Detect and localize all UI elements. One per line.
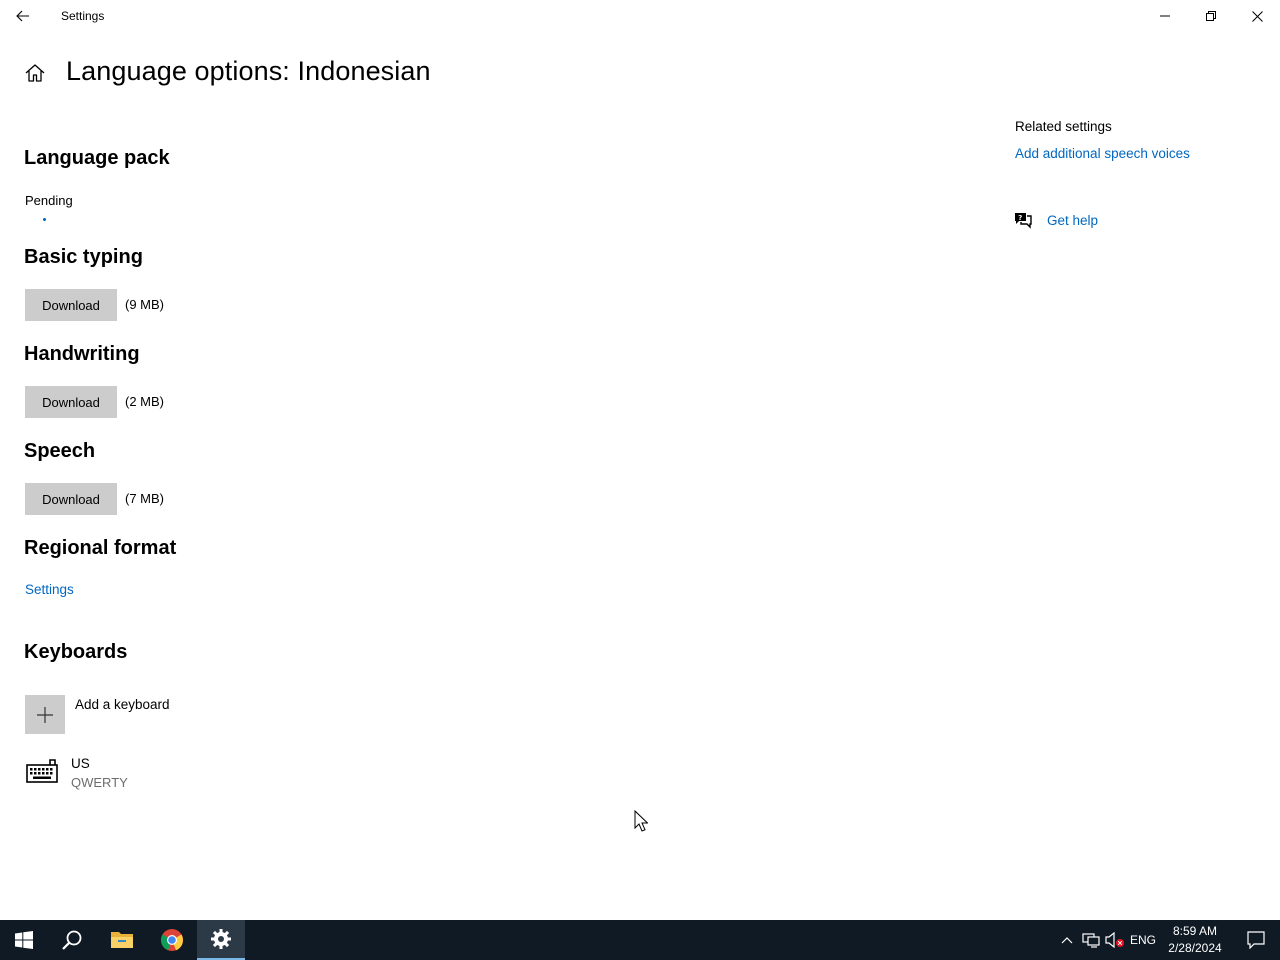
show-hidden-icons-button[interactable] <box>1058 920 1076 960</box>
keyboards-heading: Keyboards <box>24 641 128 663</box>
start-icon <box>15 931 33 949</box>
settings-gear-icon <box>211 929 231 949</box>
basic-typing-size: (9 MB) <box>125 297 164 312</box>
keyboard-item-us[interactable] <box>26 757 60 785</box>
handwriting-size: (2 MB) <box>125 394 164 409</box>
keyboard-layout: QWERTY <box>71 775 128 790</box>
handwriting-download-button[interactable]: Download <box>25 386 117 418</box>
add-keyboard-label[interactable]: Add a keyboard <box>75 697 170 712</box>
close-button[interactable] <box>1234 0 1280 32</box>
network-button[interactable] <box>1080 920 1102 960</box>
clock-time: 8:59 AM <box>1172 924 1218 938</box>
start-button[interactable] <box>0 920 48 960</box>
help-chat-icon: ? <box>1015 213 1032 229</box>
title-bar: Settings <box>0 0 1280 32</box>
regional-format-heading: Regional format <box>24 537 177 559</box>
language-pack-status: Pending <box>25 193 73 208</box>
get-help-link[interactable]: Get help <box>1047 213 1098 228</box>
search-icon <box>62 930 82 950</box>
chevron-up-icon <box>1061 937 1073 944</box>
file-explorer-icon <box>111 932 133 948</box>
network-icon <box>1082 933 1100 948</box>
back-arrow-icon <box>16 10 29 22</box>
input-language-indicator[interactable]: ENG <box>1130 933 1156 947</box>
keyboard-name[interactable]: US <box>71 756 90 771</box>
keyboard-icon <box>26 759 58 783</box>
home-button[interactable] <box>24 62 46 84</box>
restore-icon <box>1206 11 1216 21</box>
speech-heading: Speech <box>24 440 96 462</box>
regional-format-settings-link[interactable]: Settings <box>25 582 74 597</box>
add-keyboard-button[interactable] <box>25 695 65 734</box>
speech-size: (7 MB) <box>125 491 164 506</box>
minimize-button[interactable] <box>1142 0 1188 32</box>
related-settings-heading: Related settings <box>1015 119 1112 134</box>
get-help-button[interactable]: ? <box>1013 211 1033 229</box>
settings-taskbar-button[interactable] <box>197 920 245 960</box>
taskbar: ENG 8:59 AM 2/28/2024 <box>0 920 1280 960</box>
page-title: Language options: Indonesian <box>66 56 431 86</box>
progress-indicator <box>43 218 46 221</box>
svg-text:?: ? <box>1018 214 1022 222</box>
search-button[interactable] <box>48 920 96 960</box>
close-icon <box>1251 10 1263 22</box>
chrome-button[interactable] <box>148 920 196 960</box>
language-pack-heading: Language pack <box>24 147 170 169</box>
chrome-icon <box>160 929 184 951</box>
add-speech-voices-link[interactable]: Add additional speech voices <box>1015 146 1190 161</box>
basic-typing-heading: Basic typing <box>24 246 143 268</box>
notification-icon <box>1247 931 1265 949</box>
volume-button[interactable] <box>1104 920 1126 960</box>
handwriting-heading: Handwriting <box>24 343 140 365</box>
basic-typing-download-button[interactable]: Download <box>25 289 117 321</box>
file-explorer-button[interactable] <box>98 920 146 960</box>
action-center-button[interactable] <box>1232 920 1280 960</box>
plus-icon <box>37 706 53 723</box>
minimize-icon <box>1160 15 1170 17</box>
clock-date: 2/28/2024 <box>1168 941 1222 955</box>
app-title: Settings <box>61 9 105 23</box>
speech-download-button[interactable]: Download <box>25 483 117 515</box>
volume-muted-icon <box>1105 932 1124 948</box>
clock[interactable]: 8:59 AM 2/28/2024 <box>1166 923 1224 957</box>
mouse-cursor-icon <box>634 810 648 832</box>
restore-button[interactable] <box>1188 0 1234 32</box>
back-button[interactable] <box>0 0 46 32</box>
home-icon <box>25 64 45 82</box>
